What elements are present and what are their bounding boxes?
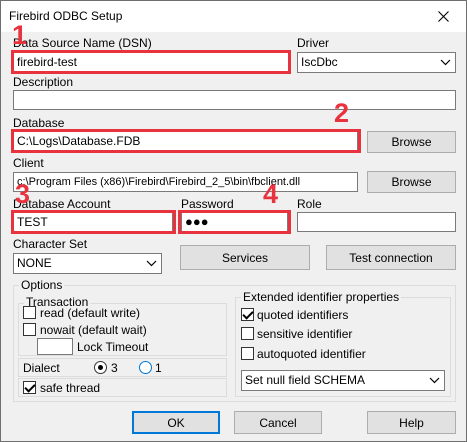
account-input[interactable]: TEST <box>13 212 173 232</box>
client-browse-button[interactable]: Browse <box>367 171 456 193</box>
null-field-schema-select[interactable]: Set null field SCHEMA <box>241 370 445 391</box>
annotation-1: 1 <box>12 20 28 50</box>
lock-timeout-label: Lock Timeout <box>77 340 149 354</box>
annotation-2: 2 <box>334 98 350 128</box>
safe-thread-label: safe thread <box>40 381 101 395</box>
dialect-1-radio[interactable] <box>139 361 152 374</box>
role-input[interactable] <box>297 212 456 232</box>
dialect-3-label: 3 <box>111 361 118 375</box>
quoted-identifiers-checkbox[interactable] <box>241 308 254 321</box>
dsn-input[interactable]: firebird-test <box>13 52 289 72</box>
dialect-3-radio[interactable] <box>94 361 107 374</box>
read-checkbox[interactable] <box>23 306 36 319</box>
help-button[interactable]: Help <box>367 411 456 434</box>
sensitive-identifier-checkbox[interactable] <box>241 327 254 340</box>
client-input[interactable]: c:\Program Files (x86)\Firebird\Firebird… <box>13 172 358 192</box>
close-icon <box>438 10 449 22</box>
dsn-label: Data Source Name (DSN) <box>13 36 152 50</box>
driver-label: Driver <box>297 36 329 50</box>
null-field-schema-value: Set null field SCHEMA <box>245 373 366 387</box>
database-browse-button[interactable]: Browse <box>367 131 456 153</box>
ok-button[interactable]: OK <box>132 411 220 434</box>
firebird-odbc-setup-dialog: Firebird ODBC Setup Data Source Name (DS… <box>0 0 467 442</box>
password-input[interactable]: ●●● <box>181 212 288 232</box>
title-bar: Firebird ODBC Setup <box>1 1 466 32</box>
database-label: Database <box>13 116 65 130</box>
charset-label: Character Set <box>13 237 88 251</box>
quoted-identifiers-label: quoted identifiers <box>257 308 349 322</box>
test-connection-button[interactable]: Test connection <box>326 245 456 270</box>
role-label: Role <box>297 197 322 211</box>
driver-value: IscDbc <box>301 55 338 69</box>
password-label: Password <box>181 197 234 211</box>
options-label: Options <box>19 278 65 292</box>
dialect-1-label: 1 <box>155 361 162 375</box>
dialect-label: Dialect <box>23 361 60 375</box>
safe-thread-checkbox[interactable] <box>23 381 36 394</box>
description-label: Description <box>13 75 74 89</box>
charset-value: NONE <box>17 256 52 270</box>
services-button[interactable]: Services <box>180 245 310 270</box>
extended-identifier-label: Extended identifier properties <box>241 290 402 304</box>
read-label: read (default write) <box>40 306 141 320</box>
nowait-label: nowait (default wait) <box>40 323 147 337</box>
sensitive-identifier-label: sensitive identifier <box>257 327 353 341</box>
description-input[interactable] <box>13 90 456 110</box>
autoquoted-identifier-label: autoquoted identifier <box>257 347 366 361</box>
client-label: Client <box>13 156 44 170</box>
lock-timeout-input[interactable] <box>37 338 73 355</box>
cancel-button[interactable]: Cancel <box>234 411 322 434</box>
chevron-down-icon <box>429 377 440 384</box>
autoquoted-identifier-checkbox[interactable] <box>241 347 254 360</box>
chevron-down-icon <box>146 260 157 267</box>
driver-select[interactable]: IscDbc <box>297 52 456 73</box>
nowait-checkbox[interactable] <box>23 323 36 336</box>
chevron-down-icon <box>440 59 451 66</box>
annotation-4: 4 <box>263 179 279 209</box>
annotation-3: 3 <box>15 179 31 209</box>
database-input[interactable]: C:\Logs\Database.FDB <box>13 131 358 151</box>
close-button[interactable] <box>421 1 466 31</box>
charset-select[interactable]: NONE <box>13 253 162 274</box>
